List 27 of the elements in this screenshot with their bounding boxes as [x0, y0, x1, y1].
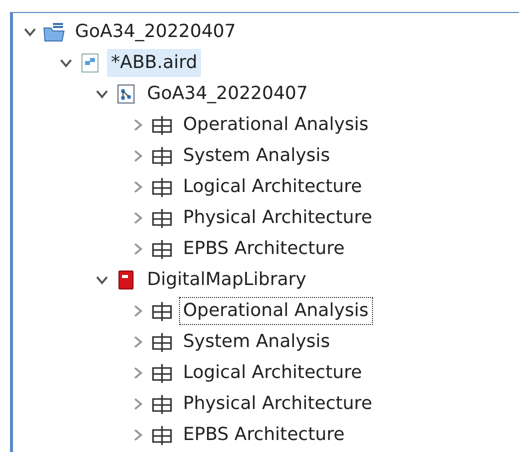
grid-icon	[151, 144, 173, 166]
tree-item[interactable]: Logical Architecture	[179, 358, 366, 386]
grid-icon	[151, 330, 173, 352]
grid-icon	[151, 424, 173, 446]
tree-item[interactable]: Physical Architecture	[179, 204, 376, 232]
tree-item[interactable]: GoA34_20220407	[71, 18, 240, 46]
tree-item[interactable]: EPBS Architecture	[179, 234, 349, 262]
tree-item[interactable]: System Analysis	[179, 142, 334, 170]
document-icon	[79, 52, 101, 74]
grid-icon	[151, 362, 173, 384]
grid-icon	[151, 114, 173, 136]
tree-item[interactable]: System Analysis	[179, 328, 334, 356]
grid-icon	[151, 300, 173, 322]
tree-item[interactable]: EPBS Architecture	[179, 420, 349, 448]
tree-item[interactable]: Operational Analysis	[179, 110, 372, 138]
grid-icon	[151, 206, 173, 228]
grid-icon	[151, 176, 173, 198]
grid-icon	[151, 392, 173, 414]
diagram-document-icon	[115, 82, 137, 104]
tree-item[interactable]: DigitalMapLibrary	[143, 266, 310, 294]
tree-item[interactable]: *ABB.aird	[107, 48, 202, 76]
tree-item[interactable]: Logical Architecture	[179, 172, 366, 200]
folder-stack-icon	[43, 20, 65, 42]
tree-item[interactable]: Physical Architecture	[179, 390, 376, 418]
tree-item[interactable]: Operational Analysis	[179, 296, 372, 324]
grid-icon	[151, 238, 173, 260]
tree-item[interactable]: GoA34_20220407	[143, 80, 312, 108]
